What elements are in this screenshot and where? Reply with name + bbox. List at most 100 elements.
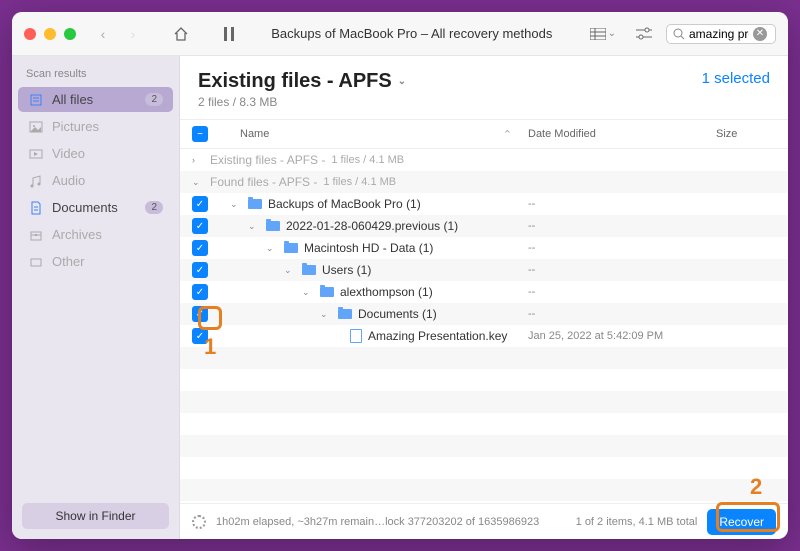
main-header: Existing files - APFS⌄ 2 files / 8.3 MB …: [180, 56, 788, 119]
sidebar-item-label: Pictures: [52, 119, 99, 134]
filter-button[interactable]: [630, 25, 658, 43]
tree-row[interactable]: ✓ ⌄ 2022-01-28-060429.previous (1) --: [180, 215, 788, 237]
sidebar-item-pictures[interactable]: Pictures: [18, 114, 173, 139]
status-bar: 1h02m elapsed, ~3h27m remain…lock 377203…: [180, 503, 788, 539]
sidebar-item-video[interactable]: Video: [18, 141, 173, 166]
group-row[interactable]: › Existing files - APFS - 1 files / 4.1 …: [180, 149, 788, 171]
search-icon: [673, 28, 685, 40]
sliders-icon: [636, 27, 652, 41]
tree-row[interactable]: ✓ ⌄ Documents (1) --: [180, 303, 788, 325]
pictures-icon: [28, 120, 44, 134]
view-mode-button[interactable]: ⌄: [584, 26, 622, 42]
page-subtitle: 2 files / 8.3 MB: [198, 95, 406, 109]
sidebar-item-other[interactable]: Other: [18, 249, 173, 274]
pause-button[interactable]: [218, 23, 240, 45]
row-checkbox[interactable]: ✓: [192, 240, 208, 256]
tree-row[interactable]: ✓ ⌄ Backups of MacBook Pro (1) --: [180, 193, 788, 215]
chevron-down-icon[interactable]: ⌄: [248, 221, 258, 232]
recover-button[interactable]: Recover: [707, 509, 776, 535]
tree-row[interactable]: ✓ ⌄ Macintosh HD - Data (1) --: [180, 237, 788, 259]
chevron-down-icon[interactable]: ⌄: [192, 177, 202, 188]
row-checkbox[interactable]: ✓: [192, 284, 208, 300]
sidebar-item-archives[interactable]: Archives: [18, 222, 173, 247]
selection-summary: 1 of 2 items, 4.1 MB total: [576, 516, 698, 528]
folder-icon: [302, 265, 316, 275]
column-size[interactable]: Size: [716, 128, 776, 140]
column-name[interactable]: Name⌃: [216, 128, 520, 141]
chevron-down-icon[interactable]: ⌄: [302, 287, 312, 298]
page-title: Existing files - APFS⌄: [198, 70, 406, 93]
sidebar-item-label: Audio: [52, 173, 85, 188]
clear-search-button[interactable]: ✕: [753, 27, 767, 41]
empty-row: [180, 479, 788, 501]
folder-icon: [338, 309, 352, 319]
column-header: − Name⌃ Date Modified Size: [180, 119, 788, 149]
other-icon: [28, 255, 44, 269]
annotation-label-2: 2: [750, 474, 762, 500]
sidebar-item-label: Archives: [52, 227, 102, 242]
pause-icon: [223, 27, 235, 41]
empty-row: [180, 347, 788, 369]
chevron-down-icon: ⌄: [608, 28, 616, 39]
chevron-down-icon[interactable]: ⌄: [320, 309, 330, 320]
chevron-down-icon[interactable]: ⌄: [230, 199, 240, 210]
sidebar-header: Scan results: [12, 64, 179, 86]
empty-row: [180, 391, 788, 413]
chevron-down-icon[interactable]: ⌄: [266, 243, 276, 254]
sidebar-item-label: Other: [52, 254, 85, 269]
chevron-right-icon[interactable]: ›: [192, 155, 202, 165]
sidebar-item-label: All files: [52, 92, 93, 107]
sidebar-item-label: Video: [52, 146, 85, 161]
tree-row[interactable]: ✓ ⌄ Users (1) --: [180, 259, 788, 281]
file-list: › Existing files - APFS - 1 files / 4.1 …: [180, 149, 788, 503]
select-all-checkbox[interactable]: −: [192, 126, 208, 142]
row-checkbox[interactable]: ✓: [192, 218, 208, 234]
close-icon[interactable]: [24, 28, 36, 40]
video-icon: [28, 147, 44, 161]
search-box[interactable]: ✕: [666, 24, 776, 44]
folder-icon: [248, 199, 262, 209]
folder-icon: [266, 221, 280, 231]
archives-icon: [28, 228, 44, 242]
count-badge: 2: [145, 201, 163, 214]
traffic-lights: [24, 28, 76, 40]
minimize-icon[interactable]: [44, 28, 56, 40]
folder-icon: [284, 243, 298, 253]
sidebar-item-label: Documents: [52, 200, 118, 215]
forward-button[interactable]: ›: [122, 23, 144, 45]
sidebar-item-audio[interactable]: Audio: [18, 168, 173, 193]
keynote-file-icon: [350, 329, 362, 343]
sidebar: Scan results All files 2 Pictures Video …: [12, 56, 180, 539]
search-input[interactable]: [689, 27, 749, 41]
empty-row: [180, 435, 788, 457]
group-row[interactable]: ⌄ Found files - APFS - 1 files / 4.1 MB: [180, 171, 788, 193]
tree-row[interactable]: ✓ ⌄ alexthompson (1) --: [180, 281, 788, 303]
main-panel: Existing files - APFS⌄ 2 files / 8.3 MB …: [180, 56, 788, 539]
chevron-down-icon[interactable]: ⌄: [284, 265, 294, 276]
progress-text: 1h02m elapsed, ~3h27m remain…lock 377203…: [216, 516, 539, 528]
sidebar-item-all-files[interactable]: All files 2: [18, 87, 173, 112]
sidebar-item-documents[interactable]: Documents 2: [18, 195, 173, 220]
back-button[interactable]: ‹: [92, 23, 114, 45]
audio-icon: [28, 174, 44, 188]
zoom-icon[interactable]: [64, 28, 76, 40]
show-in-finder-button[interactable]: Show in Finder: [22, 503, 169, 529]
row-checkbox[interactable]: ✓: [192, 262, 208, 278]
row-checkbox[interactable]: ✓: [192, 306, 208, 322]
grid-icon: [590, 28, 606, 40]
spinner-icon: [192, 515, 206, 529]
home-button[interactable]: [170, 23, 192, 45]
app-window: ‹ › Backups of MacBook Pro – All recover…: [12, 12, 788, 539]
file-row[interactable]: ✓ Amazing Presentation.key Jan 25, 2022 …: [180, 325, 788, 347]
annotation-label-1: 1: [204, 334, 216, 360]
home-icon: [173, 26, 189, 42]
empty-row: [180, 369, 788, 391]
folder-icon: [320, 287, 334, 297]
window-title: Backups of MacBook Pro – All recovery me…: [248, 26, 576, 41]
chevron-down-icon[interactable]: ⌄: [398, 76, 406, 87]
count-badge: 2: [145, 93, 163, 106]
documents-icon: [28, 201, 44, 215]
column-date[interactable]: Date Modified: [528, 128, 708, 140]
row-checkbox[interactable]: ✓: [192, 196, 208, 212]
files-icon: [28, 93, 44, 107]
